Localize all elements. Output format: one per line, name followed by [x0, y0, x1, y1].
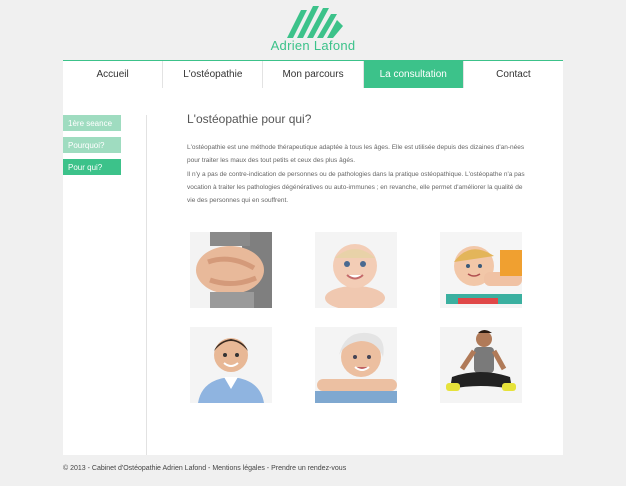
side-item-pourquoi[interactable]: Pourquoi? [63, 137, 121, 153]
brand-name[interactable]: Adrien Lafond [265, 38, 361, 53]
nav-item-parcours[interactable]: Mon parcours [263, 61, 364, 88]
site-footer: © 2013 - Cabinet d'Ostéopathie Adrien La… [63, 465, 346, 472]
footer-legal-link[interactable]: Mentions légales [212, 465, 265, 472]
vertical-divider [146, 115, 147, 455]
nav-item-consultation[interactable]: La consultation [363, 61, 464, 88]
intro-paragraph: L'ostéopathie est une méthode thérapeuti… [187, 144, 525, 164]
footer-copyright: © 2013 - Cabinet d'Ostéopathie Adrien La… [63, 465, 207, 472]
child-photo [440, 232, 522, 308]
nav-item-accueil[interactable]: Accueil [63, 61, 164, 88]
nav-item-osteopathie[interactable]: L'ostéopathie [163, 61, 264, 88]
side-item-premiere-seance[interactable]: 1ère seance [63, 115, 121, 131]
page-title: L'ostéopathie pour qui? [187, 112, 312, 126]
athlete-photo [440, 327, 522, 403]
side-menu: 1ère seance Pourquoi? Pour qui? [63, 115, 121, 181]
main-nav: Accueil L'ostéopathie Mon parcours La co… [63, 60, 564, 88]
man-photo [190, 327, 272, 403]
site-header: Adrien Lafond [0, 0, 626, 60]
side-item-pour-qui[interactable]: Pour qui? [63, 159, 121, 175]
pregnant-belly-photo [190, 232, 272, 308]
senior-woman-photo [315, 327, 397, 403]
detail-paragraph: Il n'y a pas de contre-indication de per… [187, 171, 525, 204]
nav-item-contact[interactable]: Contact [463, 61, 564, 88]
footer-appointment-link[interactable]: Prendre un rendez-vous [271, 465, 346, 472]
content-panel: 1ère seance Pourquoi? Pour qui? L'ostéop… [63, 88, 563, 455]
baby-photo [315, 232, 397, 308]
logo-icon[interactable] [285, 6, 345, 38]
